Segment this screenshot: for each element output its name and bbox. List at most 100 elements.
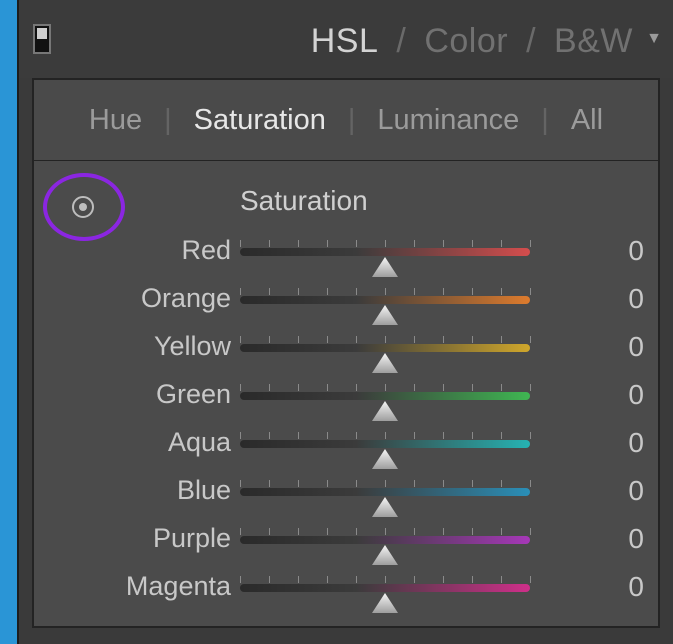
panel-toggle-icon[interactable]: [33, 24, 51, 54]
slider-thumb-purple[interactable]: [372, 545, 398, 565]
slider-tick: [269, 336, 270, 343]
slider-tick: [327, 480, 328, 487]
mode-hsl[interactable]: HSL: [311, 22, 379, 61]
slider-tick: [501, 528, 502, 535]
slider-tick: [327, 384, 328, 391]
slider-value[interactable]: 0: [620, 235, 644, 267]
saturation-panel-body: Saturation Red 0 Orange 0 Yellow 0 Green 0 Aqua 0…: [32, 160, 660, 628]
slider-value[interactable]: 0: [620, 331, 644, 363]
slider-tick: [414, 288, 415, 295]
mode-switcher: HSL / Color / B&W: [311, 19, 633, 63]
slider-track-red[interactable]: [240, 240, 531, 277]
slider-tick: [269, 240, 270, 247]
slider-tick: [385, 432, 386, 439]
slider-thumb-yellow[interactable]: [372, 353, 398, 373]
slider-tick: [327, 576, 328, 583]
slider-thumb-red[interactable]: [372, 257, 398, 277]
slider-tick: [385, 576, 386, 583]
slider-tick: [414, 384, 415, 391]
slider-tick: [356, 432, 357, 439]
slider-tick: [501, 240, 502, 247]
slider-thumb-blue[interactable]: [372, 497, 398, 517]
slider-tick: [298, 240, 299, 247]
tab-separator: |: [541, 103, 549, 136]
slider-track-yellow[interactable]: [240, 336, 531, 373]
slider-tick: [269, 528, 270, 535]
slider-tick: [501, 384, 502, 391]
slider-track-magenta[interactable]: [240, 576, 531, 613]
slider-tick: [356, 288, 357, 295]
slider-tick: [240, 432, 241, 439]
slider-track-orange[interactable]: [240, 288, 531, 325]
tab-all[interactable]: All: [571, 104, 603, 137]
slider-thumb-aqua[interactable]: [372, 449, 398, 469]
section-title: Saturation: [240, 185, 368, 216]
slider-tick: [443, 240, 444, 247]
slider-tick: [530, 336, 531, 343]
tab-luminance[interactable]: Luminance: [377, 104, 519, 137]
slider-tick: [443, 384, 444, 391]
slider-tick: [472, 240, 473, 247]
slider-track-green[interactable]: [240, 384, 531, 421]
tab-separator: |: [347, 103, 356, 136]
slider-tick: [356, 576, 357, 583]
slider-value[interactable]: 0: [620, 475, 644, 507]
slider-track-purple[interactable]: [240, 528, 531, 565]
slider-tick: [298, 336, 299, 343]
slider-tick: [472, 528, 473, 535]
slider-tick: [472, 288, 473, 295]
slider-value[interactable]: 0: [620, 427, 644, 459]
mode-bw[interactable]: B&W: [554, 22, 633, 61]
adjustment-tabs: Hue | Saturation | Luminance | All: [32, 78, 660, 161]
slider-tick: [385, 240, 386, 247]
slider-thumb-orange[interactable]: [372, 305, 398, 325]
slider-value[interactable]: 0: [620, 379, 644, 411]
slider-tick: [269, 576, 270, 583]
slider-tick: [385, 384, 386, 391]
slider-tick: [327, 288, 328, 295]
slider-row-yellow: Yellow 0: [34, 329, 658, 373]
slider-tick: [269, 384, 270, 391]
slider-tick: [530, 384, 531, 391]
tab-hue[interactable]: Hue: [89, 104, 142, 137]
collapse-triangle-icon[interactable]: ▼: [645, 30, 663, 48]
slider-tick: [530, 576, 531, 583]
slider-tick: [530, 240, 531, 247]
targeted-adjustment-button[interactable]: [43, 173, 125, 241]
slider-thumb-green[interactable]: [372, 401, 398, 421]
slider-tick: [269, 432, 270, 439]
slider-tick: [385, 480, 386, 487]
slider-tick: [269, 480, 270, 487]
slider-track-aqua[interactable]: [240, 432, 531, 469]
mode-color[interactable]: Color: [424, 22, 508, 61]
slider-row-blue: Blue 0: [34, 473, 658, 517]
mode-separator: /: [396, 21, 407, 60]
slider-tick: [240, 240, 241, 247]
tab-separator: |: [164, 103, 172, 136]
slider-value[interactable]: 0: [620, 571, 644, 603]
slider-tick: [414, 576, 415, 583]
slider-tick: [240, 336, 241, 343]
slider-thumb-magenta[interactable]: [372, 593, 398, 613]
slider-label: Blue: [176, 475, 231, 505]
slider-tick: [530, 288, 531, 295]
slider-label: Yellow: [153, 331, 231, 361]
slider-tick: [298, 528, 299, 535]
slider-tick: [269, 288, 270, 295]
slider-tick: [530, 528, 531, 535]
slider-tick: [385, 336, 386, 343]
slider-tick: [298, 480, 299, 487]
slider-value[interactable]: 0: [620, 283, 644, 315]
slider-track-blue[interactable]: [240, 480, 531, 517]
tab-saturation[interactable]: Saturation: [194, 104, 326, 137]
slider-tick: [472, 384, 473, 391]
slider-tick: [356, 336, 357, 343]
slider-tick: [472, 480, 473, 487]
slider-tick: [501, 288, 502, 295]
slider-value[interactable]: 0: [620, 523, 644, 555]
slider-tick: [356, 528, 357, 535]
slider-label: Magenta: [125, 571, 231, 601]
slider-tick: [414, 240, 415, 247]
slider-tick: [327, 432, 328, 439]
slider-tick: [501, 480, 502, 487]
